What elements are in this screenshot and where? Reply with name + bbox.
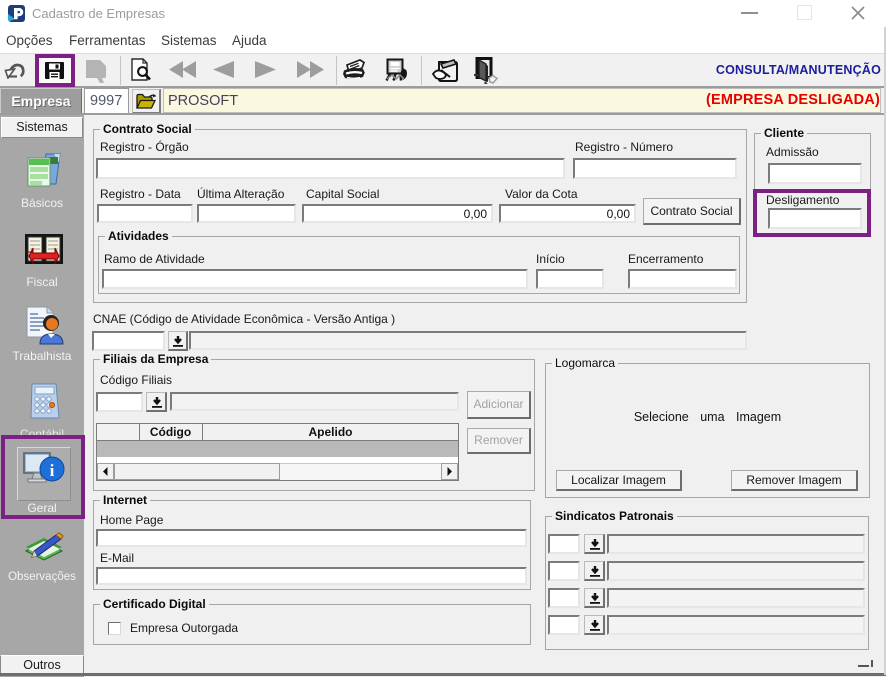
svg-text:i: i <box>50 461 55 480</box>
